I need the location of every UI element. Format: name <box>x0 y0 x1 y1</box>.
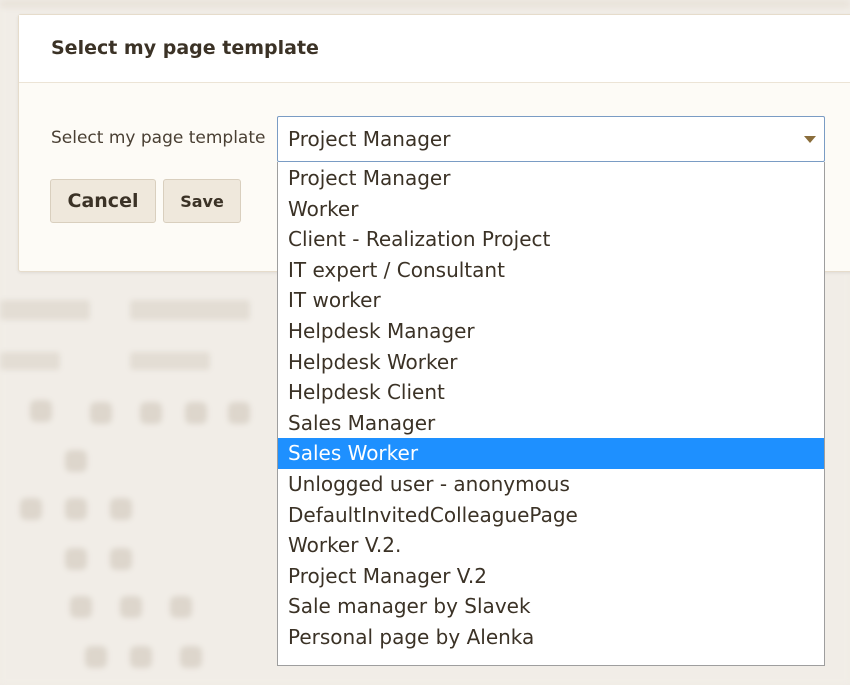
dropdown-option[interactable]: Sales Manager <box>278 408 824 439</box>
dropdown-option[interactable]: IT expert / Consultant <box>278 255 824 286</box>
cancel-button[interactable]: Cancel <box>50 179 156 223</box>
save-button[interactable]: Save <box>163 179 241 223</box>
dialog-header: Select my page template <box>19 15 850 83</box>
dropdown-option[interactable]: Worker V.2. <box>278 530 824 561</box>
dropdown-option[interactable]: Sale manager by Slavek <box>278 591 824 622</box>
dropdown-option[interactable]: DefaultInvitedColleaguePage <box>278 500 824 531</box>
dropdown-option[interactable]: IT worker <box>278 285 824 316</box>
dropdown-option[interactable]: Helpdesk Client <box>278 377 824 408</box>
chevron-down-icon <box>804 135 816 143</box>
template-select[interactable]: Project Manager <box>277 116 825 162</box>
template-dropdown-list[interactable]: Project Manager Worker Client - Realizatio… <box>277 162 825 666</box>
dropdown-option[interactable]: Helpdesk Worker <box>278 347 824 378</box>
template-field-label: Select my page template <box>51 128 266 148</box>
dropdown-option[interactable]: Helpdesk Manager <box>278 316 824 347</box>
dropdown-option[interactable]: Personal page by Alenka <box>278 622 824 653</box>
dropdown-option[interactable]: Project Manager V.2 <box>278 561 824 592</box>
dropdown-option[interactable]: Client - Realization Project <box>278 224 824 255</box>
dropdown-option[interactable]: Project Manager <box>278 163 824 194</box>
dropdown-option[interactable]: Unlogged user - anonymous <box>278 469 824 500</box>
template-select-value: Project Manager <box>288 127 451 151</box>
dropdown-option[interactable]: Sales Worker <box>278 438 824 469</box>
dialog-title: Select my page template <box>51 37 319 59</box>
dropdown-option[interactable]: Worker <box>278 194 824 225</box>
